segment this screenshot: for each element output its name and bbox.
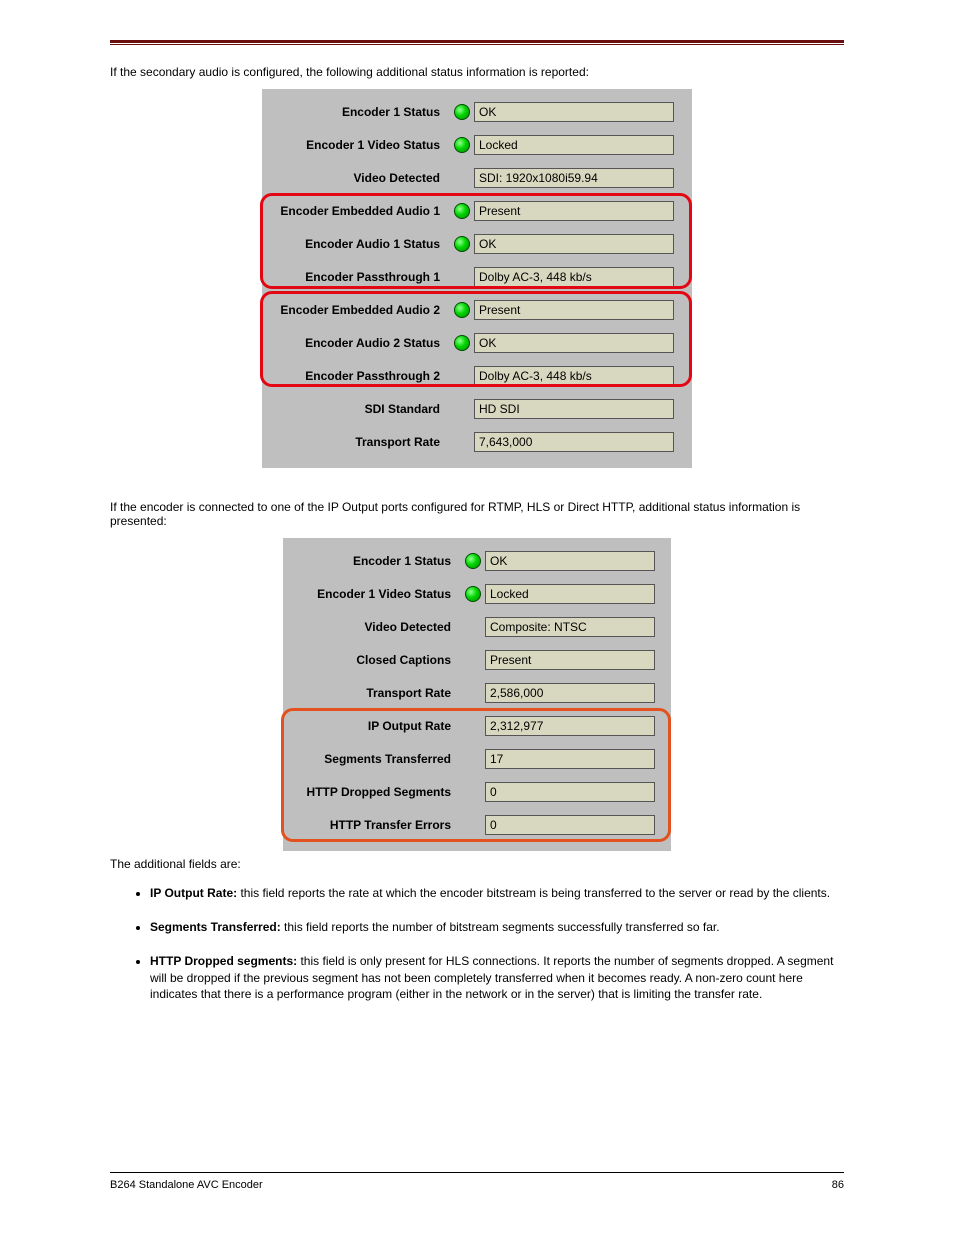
value-field: Dolby AC-3, 448 kb/s bbox=[474, 267, 674, 287]
led-green-icon bbox=[465, 586, 481, 602]
led-green-icon bbox=[454, 203, 470, 219]
row-embedded-audio-1: Encoder Embedded Audio 1 Present bbox=[270, 194, 684, 227]
label: IP Output Rate bbox=[291, 719, 461, 733]
row-passthrough-2: Encoder Passthrough 2 Dolby AC-3, 448 kb/… bbox=[270, 359, 684, 392]
label: Transport Rate bbox=[291, 686, 461, 700]
row2-closed-captions: Closed Captions Present bbox=[291, 643, 663, 676]
value-field: OK bbox=[485, 551, 655, 571]
status-panel-2: Encoder 1 Status OK Encoder 1 Video Statu… bbox=[283, 538, 671, 851]
row2-enc1-status: Encoder 1 Status OK bbox=[291, 544, 663, 577]
value-field: SDI: 1920x1080i59.94 bbox=[474, 168, 674, 188]
value-field: Locked bbox=[474, 135, 674, 155]
intro-text: If the secondary audio is configured, th… bbox=[110, 65, 844, 79]
footer-rule bbox=[110, 1172, 844, 1173]
value-field: HD SDI bbox=[474, 399, 674, 419]
row-enc1-video-status: Encoder 1 Video Status Locked bbox=[270, 128, 684, 161]
row-embedded-audio-2: Encoder Embedded Audio 2 Present bbox=[270, 293, 684, 326]
row-audio1-status: Encoder Audio 1 Status OK bbox=[270, 227, 684, 260]
label: Encoder 1 Status bbox=[291, 554, 461, 568]
bridge-text: If the encoder is connected to one of th… bbox=[110, 500, 844, 528]
label: HTTP Transfer Errors bbox=[291, 818, 461, 832]
value-field: 2,586,000 bbox=[485, 683, 655, 703]
value-field: 0 bbox=[485, 782, 655, 802]
label: Encoder Audio 2 Status bbox=[270, 336, 450, 350]
header-rule bbox=[110, 40, 844, 45]
row2-segments-transferred: Segments Transferred 17 bbox=[291, 742, 663, 775]
value-field: OK bbox=[474, 234, 674, 254]
label: Closed Captions bbox=[291, 653, 461, 667]
label: Encoder Passthrough 1 bbox=[270, 270, 450, 284]
row2-video-detected: Video Detected Composite: NTSC bbox=[291, 610, 663, 643]
label: Video Detected bbox=[270, 171, 450, 185]
value-field: Dolby AC-3, 448 kb/s bbox=[474, 366, 674, 386]
value-field: 17 bbox=[485, 749, 655, 769]
row2-http-errors: HTTP Transfer Errors 0 bbox=[291, 808, 663, 841]
value-field: OK bbox=[474, 102, 674, 122]
label: HTTP Dropped Segments bbox=[291, 785, 461, 799]
value-field: Composite: NTSC bbox=[485, 617, 655, 637]
value-field: 2,312,977 bbox=[485, 716, 655, 736]
footer-left: B264 Standalone AVC Encoder bbox=[110, 1179, 263, 1191]
bullet-ip-output-rate: IP Output Rate: this field reports the r… bbox=[150, 885, 844, 901]
value-field: Locked bbox=[485, 584, 655, 604]
value-field: 7,643,000 bbox=[474, 432, 674, 452]
bullet-http-dropped: HTTP Dropped segments: this field is onl… bbox=[150, 953, 844, 1002]
led-green-icon bbox=[454, 104, 470, 120]
label: Video Detected bbox=[291, 620, 461, 634]
led-green-icon bbox=[454, 137, 470, 153]
label: Encoder 1 Video Status bbox=[291, 587, 461, 601]
row-transport-rate: Transport Rate 7,643,000 bbox=[270, 425, 684, 458]
led-green-icon bbox=[454, 335, 470, 351]
page-footer: B264 Standalone AVC Encoder 86 bbox=[110, 1179, 844, 1191]
label: Transport Rate bbox=[270, 435, 450, 449]
label: Segments Transferred bbox=[291, 752, 461, 766]
row2-ip-output-rate: IP Output Rate 2,312,977 bbox=[291, 709, 663, 742]
led-green-icon bbox=[465, 553, 481, 569]
value-field: OK bbox=[474, 333, 674, 353]
status-panel-1: Encoder 1 Status OK Encoder 1 Video Statu… bbox=[262, 89, 692, 468]
footer-right: 86 bbox=[832, 1179, 844, 1191]
value-field: Present bbox=[474, 201, 674, 221]
led-green-icon bbox=[454, 302, 470, 318]
bullet-segments-transferred: Segments Transferred: this field reports… bbox=[150, 919, 844, 935]
bullet-list: IP Output Rate: this field reports the r… bbox=[110, 885, 844, 1002]
label: Encoder 1 Status bbox=[270, 105, 450, 119]
row-sdi-standard: SDI Standard HD SDI bbox=[270, 392, 684, 425]
label: Encoder Audio 1 Status bbox=[270, 237, 450, 251]
value-field: Present bbox=[485, 650, 655, 670]
led-green-icon bbox=[454, 236, 470, 252]
label: Encoder 1 Video Status bbox=[270, 138, 450, 152]
row2-transport-rate: Transport Rate 2,586,000 bbox=[291, 676, 663, 709]
label: Encoder Embedded Audio 1 bbox=[270, 204, 450, 218]
additional-fields-caption: The additional fields are: bbox=[110, 857, 844, 871]
label: Encoder Embedded Audio 2 bbox=[270, 303, 450, 317]
row-enc1-status: Encoder 1 Status OK bbox=[270, 95, 684, 128]
label: Encoder Passthrough 2 bbox=[270, 369, 450, 383]
row2-http-dropped: HTTP Dropped Segments 0 bbox=[291, 775, 663, 808]
value-field: 0 bbox=[485, 815, 655, 835]
value-field: Present bbox=[474, 300, 674, 320]
row2-enc1-video-status: Encoder 1 Video Status Locked bbox=[291, 577, 663, 610]
label: SDI Standard bbox=[270, 402, 450, 416]
row-passthrough-1: Encoder Passthrough 1 Dolby AC-3, 448 kb/… bbox=[270, 260, 684, 293]
row-video-detected: Video Detected SDI: 1920x1080i59.94 bbox=[270, 161, 684, 194]
row-audio2-status: Encoder Audio 2 Status OK bbox=[270, 326, 684, 359]
